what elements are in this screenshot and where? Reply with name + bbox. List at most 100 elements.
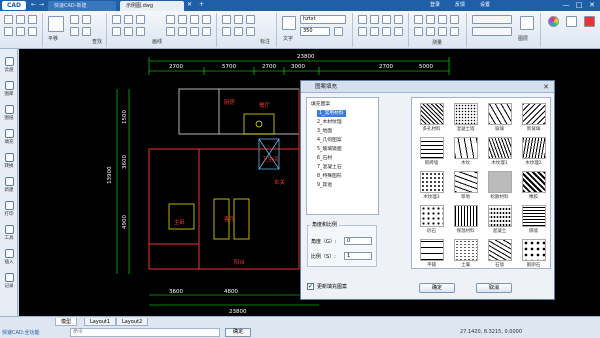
pattern-cell[interactable]: 混凝土	[483, 204, 516, 237]
feedback-link[interactable]: 反馈	[455, 1, 465, 10]
zoom-extents-icon[interactable]	[82, 27, 91, 36]
command-input[interactable]: 命令	[70, 328, 220, 337]
arc-icon[interactable]	[112, 27, 121, 36]
pattern-cell[interactable]: 石墙	[483, 238, 516, 271]
back-icon[interactable]: ←	[30, 1, 37, 9]
font-select[interactable]: hztxt	[300, 15, 346, 24]
tree-item-special[interactable]: 8_特殊图形	[317, 173, 342, 180]
sidebar-item-tools[interactable]: 工具	[1, 223, 17, 245]
pattern-cell[interactable]: 木纹	[449, 136, 482, 169]
layer-select[interactable]	[472, 15, 512, 24]
layer-manager-icon[interactable]	[520, 16, 534, 30]
save-icon[interactable]	[16, 15, 25, 24]
undo-icon[interactable]	[4, 27, 13, 36]
ok-button[interactable]: 确定	[419, 283, 455, 293]
linetype-select[interactable]	[472, 27, 512, 36]
close-window-button[interactable]: ✕	[586, 0, 598, 11]
text-style-icon[interactable]	[282, 16, 296, 30]
pattern-cell[interactable]: 土壤	[449, 238, 482, 271]
leader-icon[interactable]	[246, 27, 255, 36]
redo-icon[interactable]	[16, 27, 25, 36]
pattern-cell[interactable]: 木纹理3	[415, 170, 448, 203]
revision-icon[interactable]	[394, 27, 403, 36]
dim-angle-icon[interactable]	[246, 15, 255, 24]
image-icon[interactable]	[394, 15, 403, 24]
line-icon[interactable]	[112, 15, 121, 24]
sidebar-item-library[interactable]: 图库	[1, 79, 17, 101]
sidebar-item-new[interactable]: 新建	[1, 175, 17, 197]
pattern-cell[interactable]: 橡胶	[517, 170, 550, 203]
hatch-icon[interactable]	[382, 15, 391, 24]
settings-link[interactable]: 设置	[480, 1, 490, 10]
sidebar-item-cloud[interactable]: 云盘	[1, 55, 17, 77]
polyline-icon[interactable]	[124, 15, 133, 24]
font-size-input[interactable]: 350	[300, 27, 330, 36]
forward-icon[interactable]: →	[38, 1, 45, 9]
pattern-cell[interactable]: 新玻璃	[517, 102, 550, 135]
pattern-cell[interactable]: 平铺	[415, 238, 448, 271]
rectangle-icon[interactable]	[124, 27, 133, 36]
pattern-cell[interactable]: 木纹理1	[483, 136, 516, 169]
sidebar-item-convert[interactable]: 转换	[1, 151, 17, 173]
tree-root[interactable]: 填充图案	[311, 101, 330, 108]
measure-coord-icon[interactable]	[450, 15, 459, 24]
move-icon[interactable]	[166, 15, 175, 24]
tree-item-geometric[interactable]: 4_几何图案	[317, 137, 342, 144]
minimize-button[interactable]: —	[560, 0, 572, 11]
pattern-cell[interactable]: 砂石	[415, 204, 448, 237]
pattern-cell[interactable]: 松散材料	[483, 170, 516, 203]
sidebar-item-history[interactable]: 记录	[1, 271, 17, 293]
close-tab-icon[interactable]: ✕	[186, 1, 193, 9]
command-ok-button[interactable]: 确定	[225, 328, 251, 337]
pattern-cell[interactable]: 鹅卵石	[517, 238, 550, 271]
maximize-button[interactable]: □	[573, 0, 585, 11]
tab-model[interactable]: 模型	[55, 318, 78, 326]
offset-icon[interactable]	[202, 15, 211, 24]
scale-input[interactable]: 1	[344, 252, 372, 260]
sidebar-item-hatch[interactable]: 填充	[1, 127, 17, 149]
insert-icon[interactable]	[370, 15, 379, 24]
sidebar-item-drawings[interactable]: 图纸	[1, 103, 17, 125]
dim-radius-icon[interactable]	[222, 27, 231, 36]
pattern-cell[interactable]: 草地	[449, 170, 482, 203]
measure-perimeter-icon[interactable]	[450, 27, 459, 36]
zoom-window-icon[interactable]	[70, 27, 79, 36]
print-icon[interactable]	[28, 15, 37, 24]
tree-item-other[interactable]: 9_其他	[317, 182, 332, 189]
tree-item-wood[interactable]: 2_木材纹理	[317, 119, 342, 126]
point-icon[interactable]	[370, 27, 379, 36]
measure-distance-icon[interactable]	[414, 15, 423, 24]
measure-area-icon[interactable]	[426, 15, 435, 24]
color-wheel-icon[interactable]	[548, 16, 559, 27]
circle-icon[interactable]	[136, 15, 145, 24]
dim-aligned-icon[interactable]	[234, 15, 243, 24]
tab-drawing[interactable]: 示例图.dwg	[120, 1, 184, 11]
red-color-icon[interactable]	[584, 16, 595, 27]
measure-arc-icon[interactable]	[426, 27, 435, 36]
block-icon[interactable]	[358, 15, 367, 24]
trim-icon[interactable]	[166, 27, 175, 36]
dim-linear-icon[interactable]	[222, 15, 231, 24]
measure-angle-icon[interactable]	[438, 15, 447, 24]
properties-icon[interactable]	[566, 16, 577, 27]
measure-length-icon[interactable]	[414, 27, 423, 36]
login-link[interactable]: 登录	[430, 1, 440, 10]
mirror-icon[interactable]	[190, 15, 199, 24]
tree-item-common[interactable]: 1_常用材料	[317, 110, 346, 117]
tree-item-concrete[interactable]: 7_混凝土石	[317, 164, 342, 171]
pattern-cell[interactable]: 隔墙	[517, 204, 550, 237]
zoom-out-icon[interactable]	[82, 15, 91, 24]
tab-layout2[interactable]: Layout2	[116, 318, 149, 326]
sidebar-item-print[interactable]: 打印	[1, 199, 17, 221]
tree-item-glass[interactable]: 5_玻璃镜面	[317, 146, 342, 153]
text-icon[interactable]	[136, 27, 145, 36]
add-tab-icon[interactable]: +	[198, 1, 205, 9]
cloud-icon[interactable]	[382, 27, 391, 36]
tab-new[interactable]: 快速CAD-新建	[48, 1, 116, 11]
cancel-button[interactable]: 取消	[476, 283, 512, 293]
pattern-cell[interactable]: 混凝土墙	[449, 102, 482, 135]
rotate-icon[interactable]	[178, 15, 187, 24]
measure-radius-icon[interactable]	[438, 27, 447, 36]
pattern-cell[interactable]: 木纹理2	[517, 136, 550, 169]
update-pattern-checkbox[interactable]: ✓	[307, 283, 314, 290]
